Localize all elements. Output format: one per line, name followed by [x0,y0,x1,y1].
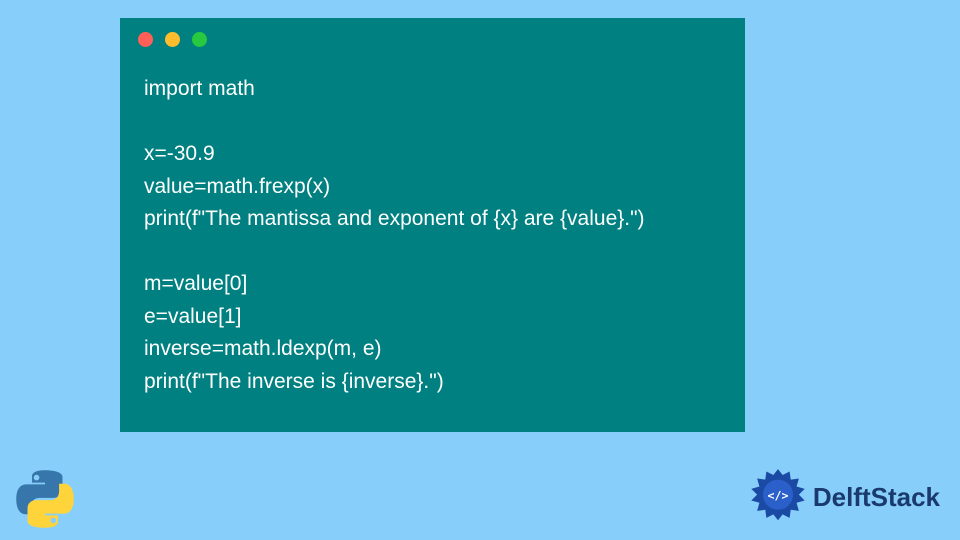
delftstack-branding: </> DelftStack [749,468,940,526]
delftstack-text: DelftStack [813,482,940,513]
window-dot-minimize [165,32,180,47]
python-logo-icon [14,468,76,530]
delftstack-badge-icon: </> [749,468,807,526]
svg-text:</>: </> [767,488,788,502]
code-window: import math x=-30.9 value=math.frexp(x) … [120,18,745,432]
window-controls [120,18,745,55]
window-dot-maximize [192,32,207,47]
window-dot-close [138,32,153,47]
code-block: import math x=-30.9 value=math.frexp(x) … [120,55,745,398]
